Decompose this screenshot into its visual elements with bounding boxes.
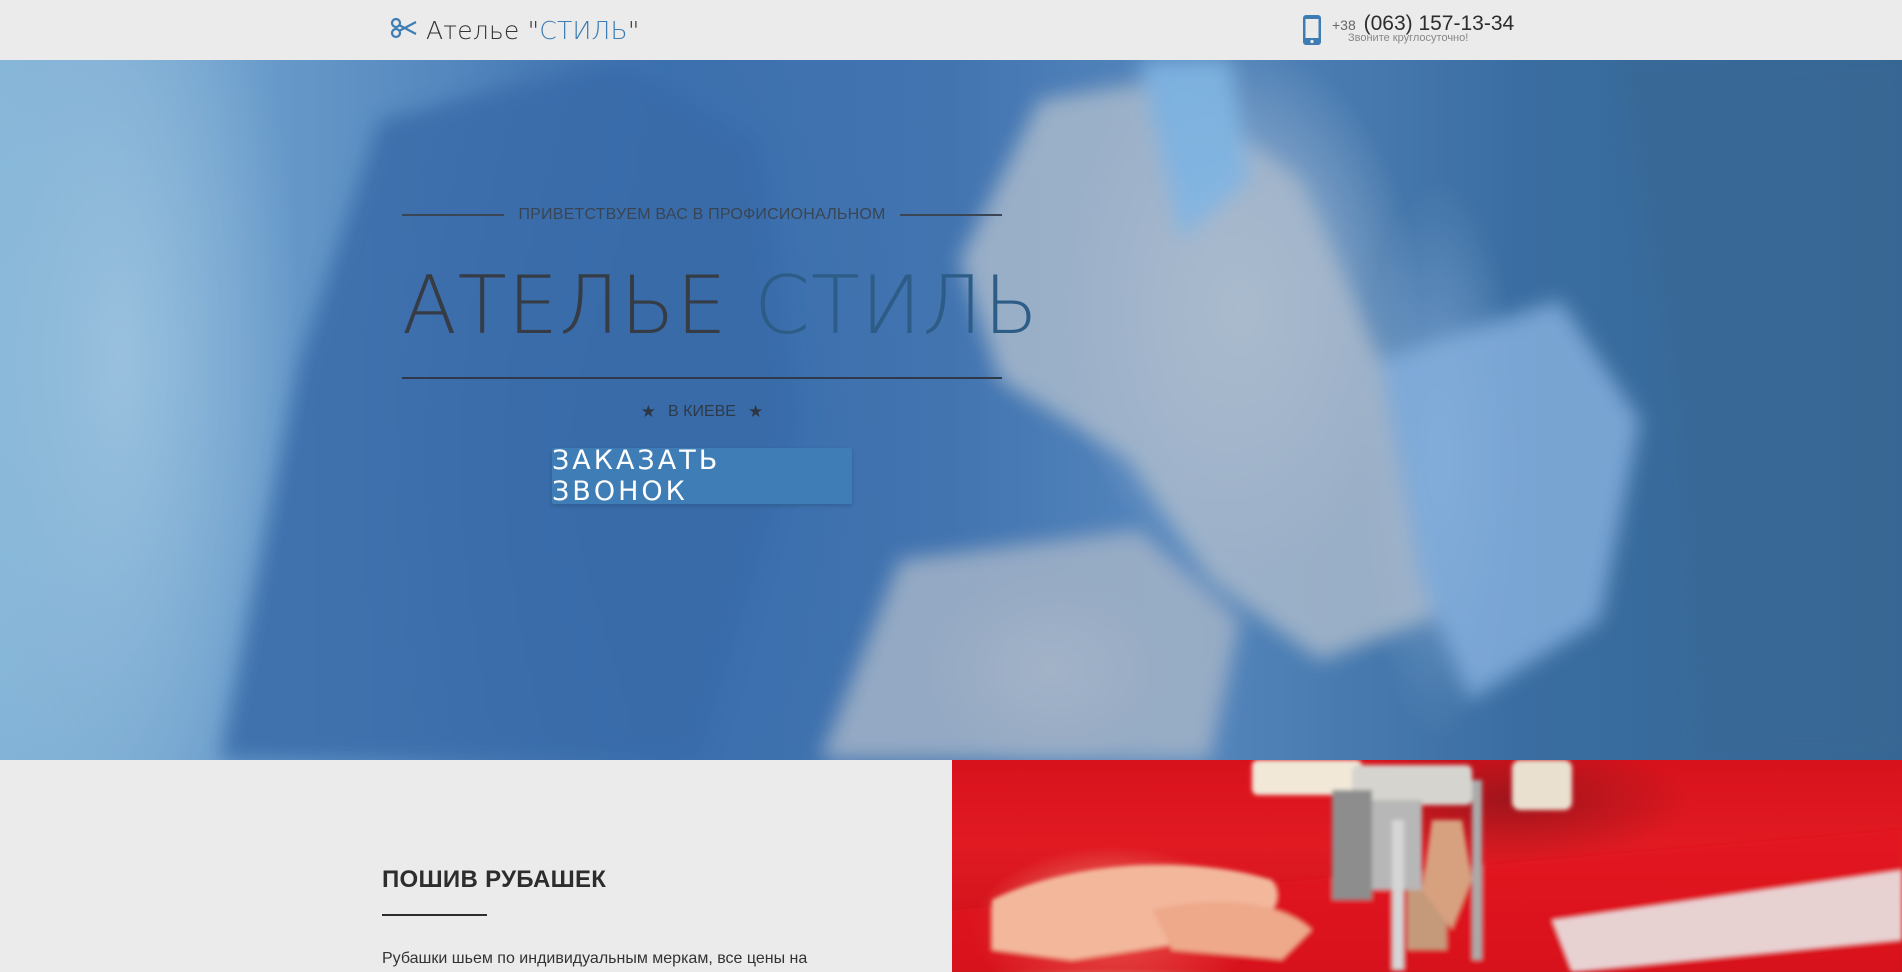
scissors-icon <box>390 14 426 47</box>
kicker-divider-right <box>899 214 1002 216</box>
hero-section: ПРИВЕТСТВУЕМ ВАС В ПРОФИСИОНАЛЬНОМ АТЕЛЬ… <box>0 60 1902 760</box>
phone-block: +38 (063) 157-13-34 Звоните круглосуточн… <box>1302 12 1514 46</box>
hero-title-divider <box>402 377 1002 379</box>
section-title-divider <box>382 914 487 916</box>
section-title: ПОШИВ РУБАШЕК <box>382 866 607 893</box>
order-call-button[interactable]: ЗАКАЗАТЬ ЗВОНОК <box>552 445 852 507</box>
brand-name: Ателье "СТИЛЬ" <box>426 16 640 45</box>
hero-title-word2: СТИЛЬ <box>754 259 1040 352</box>
site-header: Ателье "СТИЛЬ" +38 (063) 157-13-34 Звони… <box>0 0 1902 60</box>
kicker-text: ПРИВЕТСТВУЕМ ВАС В ПРОФИСИОНАЛЬНОМ <box>518 206 886 223</box>
hero-content: ПРИВЕТСТВУЕМ ВАС В ПРОФИСИОНАЛЬНОМ АТЕЛЬ… <box>402 60 1038 760</box>
brand-accent: СТИЛЬ <box>539 16 628 45</box>
star-icon: ★ <box>640 402 657 421</box>
section-text: Рубашки шьем по индивидуальным меркам, в… <box>382 950 808 967</box>
phone-note: Звоните круглосуточно! <box>1348 32 1469 44</box>
brand-logo[interactable]: Ателье "СТИЛЬ" <box>390 14 640 47</box>
city-label: В КИЕВЕ <box>668 403 736 420</box>
star-icon: ★ <box>747 402 764 421</box>
kicker-divider-left <box>402 214 505 216</box>
hero-title: АТЕЛЬЕ СТИЛЬ <box>402 258 1039 354</box>
hero-kicker: ПРИВЕТСТВУЕМ ВАС В ПРОФИСИОНАЛЬНОМ <box>402 206 1002 224</box>
smartphone-icon <box>1302 14 1322 46</box>
hero-title-word1: АТЕЛЬЕ <box>402 259 728 352</box>
phone-prefix: +38 <box>1332 17 1356 33</box>
sewing-machine-image <box>952 760 1902 972</box>
hero-city: ★ В КИЕВЕ ★ <box>402 402 1002 422</box>
